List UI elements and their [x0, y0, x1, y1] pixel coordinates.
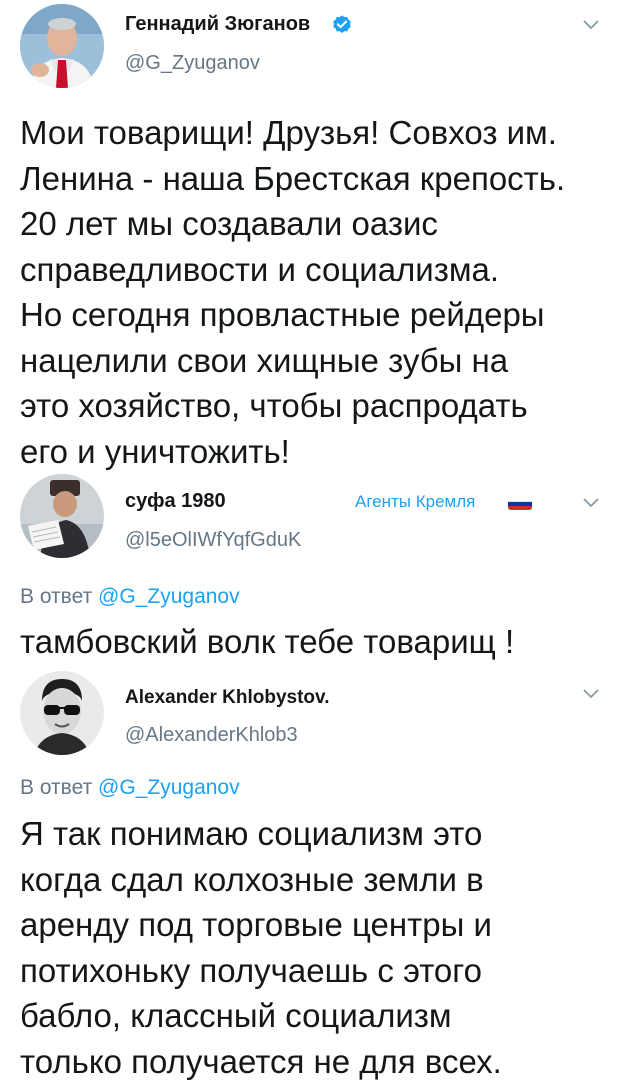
reply-prefix: В ответ [20, 585, 92, 608]
tweet-text-line: Мои товарищи! Друзья! Совхоз им. [20, 110, 605, 156]
reply-prefix: В ответ [20, 776, 92, 799]
reply-context: В ответ @G_Zyuganov [20, 585, 240, 609]
avatar[interactable] [20, 4, 104, 88]
russian-flag-icon [508, 496, 532, 510]
display-name[interactable]: суфа 1980 [125, 490, 226, 513]
reply-context: В ответ @G_Zyuganov [20, 776, 240, 800]
tweet-text-line: нацелили свои хищные зубы на [20, 338, 605, 384]
chevron-down-icon[interactable] [583, 498, 599, 508]
reply-mention-link[interactable]: @G_Zyuganov [98, 585, 240, 608]
tweet-text-line: бабло, классный социализм [20, 993, 605, 1039]
avatar[interactable] [20, 671, 104, 755]
user-handle[interactable]: @G_Zyuganov [125, 52, 260, 75]
tweet-text-line: когда сдал колхозные земли в [20, 857, 605, 903]
tweet-text: Я так понимаю социализм это когда сдал к… [20, 811, 605, 1084]
display-name[interactable]: Геннадий Зюганов [125, 13, 310, 36]
profile-badge-label: Агенты Кремля [355, 492, 475, 512]
tweet-text-line: это хозяйство, чтобы распродать [20, 383, 605, 429]
tweet-text: тамбовский волк тебе товарищ ! [20, 620, 605, 664]
tweet-text-line: его и уничтожить! [20, 429, 605, 475]
verified-badge-icon [331, 14, 353, 36]
tweet-text-line: Ленина - наша Брестская крепость. [20, 156, 605, 202]
tweet-text-line: 20 лет мы создавали оазис [20, 201, 605, 247]
reply-tweet-khlobystov[interactable]: Alexander Khlobystov. @AlexanderKhlob3 В… [0, 665, 617, 1080]
tweet-text-line: аренду под торговые центры и [20, 902, 605, 948]
display-name[interactable]: Alexander Khlobystov. [125, 687, 329, 709]
reply-tweet-sufa[interactable]: суфа 1980 Агенты Кремля @l5eOlIWfYqfGduK… [0, 470, 617, 665]
reply-mention-link[interactable]: @G_Zyuganov [98, 776, 240, 799]
user-avatar-red-tie-icon [20, 4, 104, 88]
tweet-text-line: потихоньку получаешь с этого [20, 948, 605, 994]
chevron-down-icon[interactable] [583, 20, 599, 30]
tweet-zyuganov[interactable]: Геннадий Зюганов @G_Zyuganov Мои товарищ… [0, 0, 617, 470]
user-handle[interactable]: @AlexanderKhlob3 [125, 724, 298, 747]
chevron-down-icon[interactable] [583, 689, 599, 699]
user-avatar-papakha-icon [20, 474, 104, 558]
tweet-text-line: только получается не для всех. [20, 1039, 605, 1084]
tweet-text-line: Я так понимаю социализм это [20, 811, 605, 857]
tweet-text-line: тамбовский волк тебе товарищ ! [20, 620, 605, 664]
user-handle[interactable]: @l5eOlIWfYqfGduK [125, 529, 301, 552]
tweet-text-line: Но сегодня провластные рейдеры [20, 292, 605, 338]
user-avatar-sunglasses-icon [20, 671, 104, 755]
tweet-text-line: справедливости и социализма. [20, 247, 605, 293]
tweet-text: Мои товарищи! Друзья! Совхоз им. Ленина … [20, 110, 605, 474]
avatar[interactable] [20, 474, 104, 558]
